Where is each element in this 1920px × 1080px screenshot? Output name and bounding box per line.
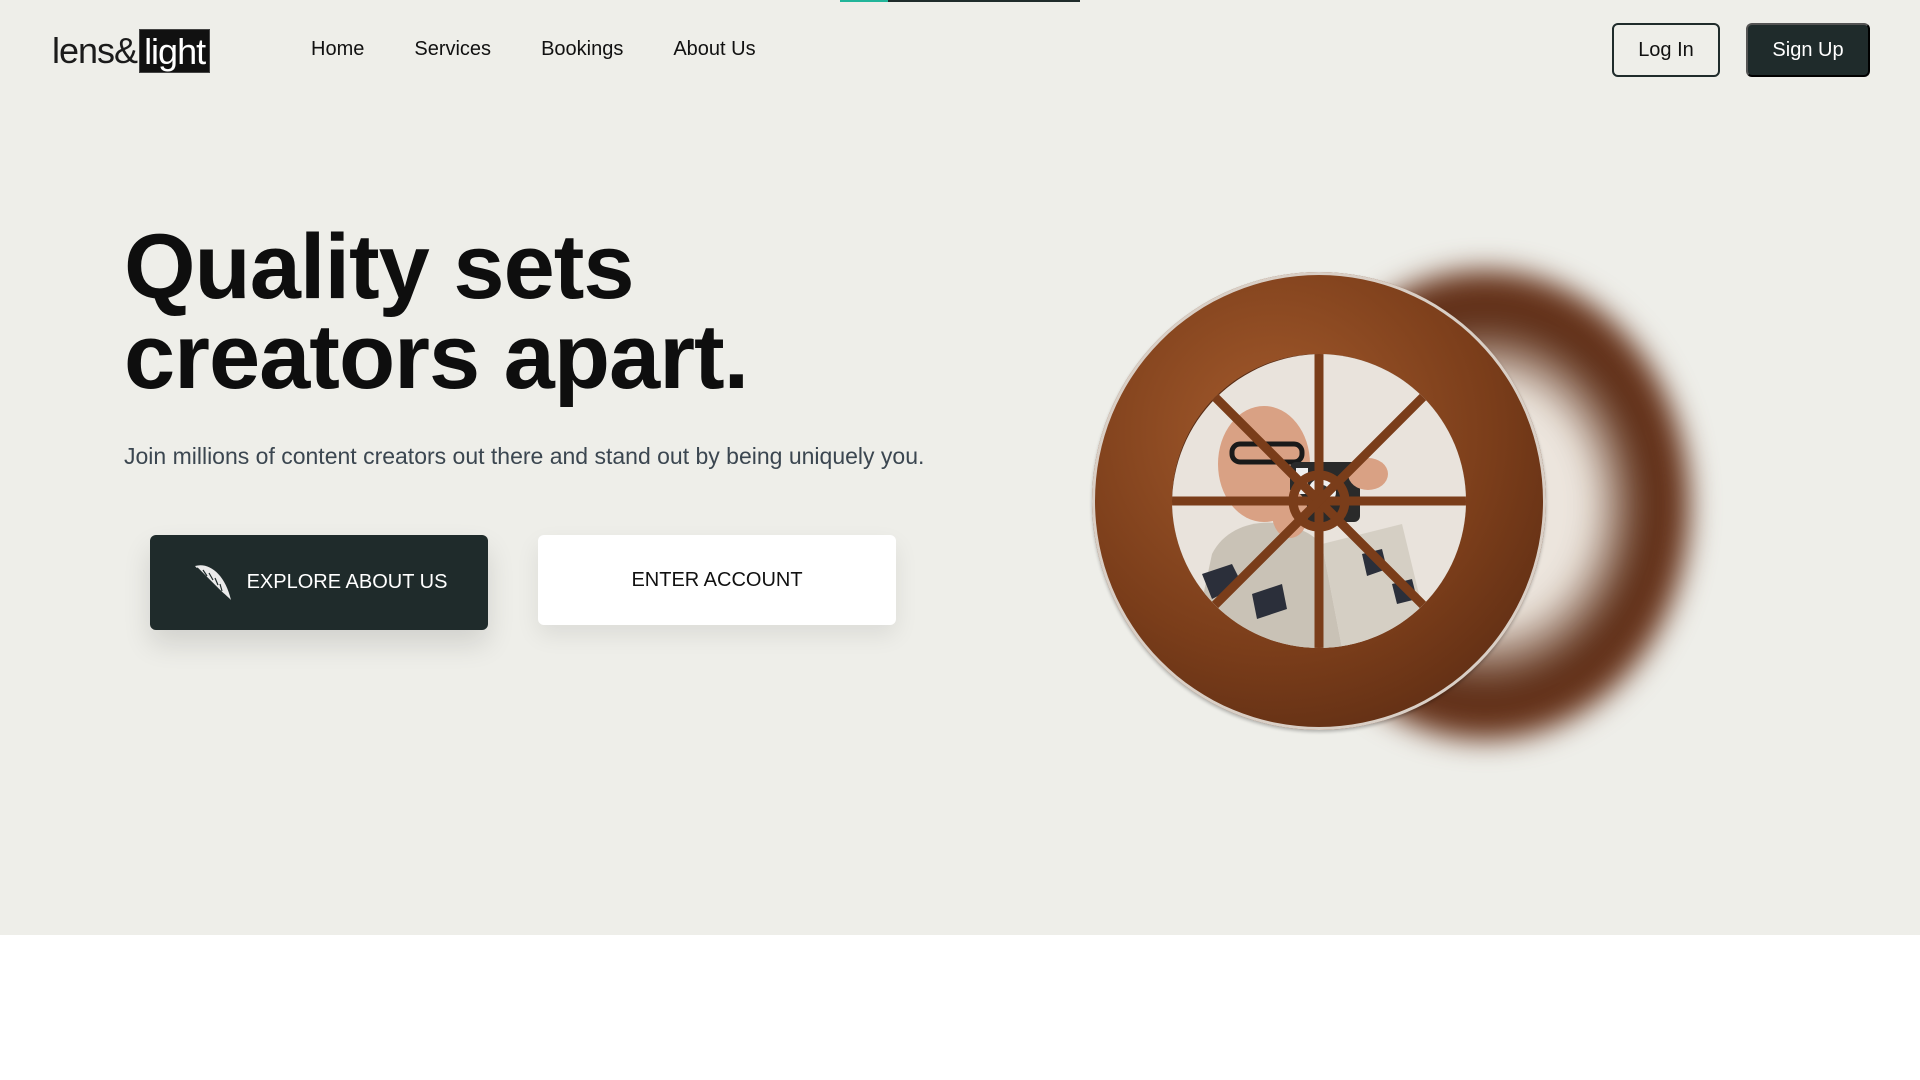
page-progress-fill xyxy=(840,0,888,2)
page-progress-bar xyxy=(840,0,1080,2)
feather-icon xyxy=(191,560,235,606)
signup-button[interactable]: Sign Up xyxy=(1746,23,1870,77)
logo[interactable]: lens& light xyxy=(52,28,211,74)
nav-item-bookings[interactable]: Bookings xyxy=(541,38,623,61)
enter-account-button[interactable]: ENTER ACCOUNT xyxy=(538,535,896,625)
hero-headline: Quality sets creators apart. xyxy=(124,221,924,403)
explore-about-us-button[interactable]: EXPLORE ABOUT US xyxy=(150,535,488,630)
main-nav: Home Services Bookings About Us xyxy=(311,38,756,61)
porthole-frame xyxy=(1092,272,1546,730)
login-button[interactable]: Log In xyxy=(1612,23,1720,77)
hero-section: lens& light Home Services Bookings About … xyxy=(0,0,1920,935)
logo-text-highlight: light xyxy=(139,29,211,73)
porthole-window xyxy=(1172,354,1466,648)
nav-item-about-us[interactable]: About Us xyxy=(673,38,755,61)
nav-item-services[interactable]: Services xyxy=(414,38,491,61)
explore-about-us-label: EXPLORE ABOUT US xyxy=(246,571,448,593)
logo-text: lens& xyxy=(52,30,138,71)
photographer-image xyxy=(1172,354,1466,648)
hero-subtext: Join millions of content creators out th… xyxy=(124,443,925,469)
hero-headline-line-1: Quality sets xyxy=(124,216,635,318)
nav-item-home[interactable]: Home xyxy=(311,38,364,61)
hero-headline-line-2: creators apart. xyxy=(124,306,749,408)
enter-account-label: ENTER ACCOUNT xyxy=(631,568,803,591)
hero-illustration xyxy=(1080,260,1720,740)
